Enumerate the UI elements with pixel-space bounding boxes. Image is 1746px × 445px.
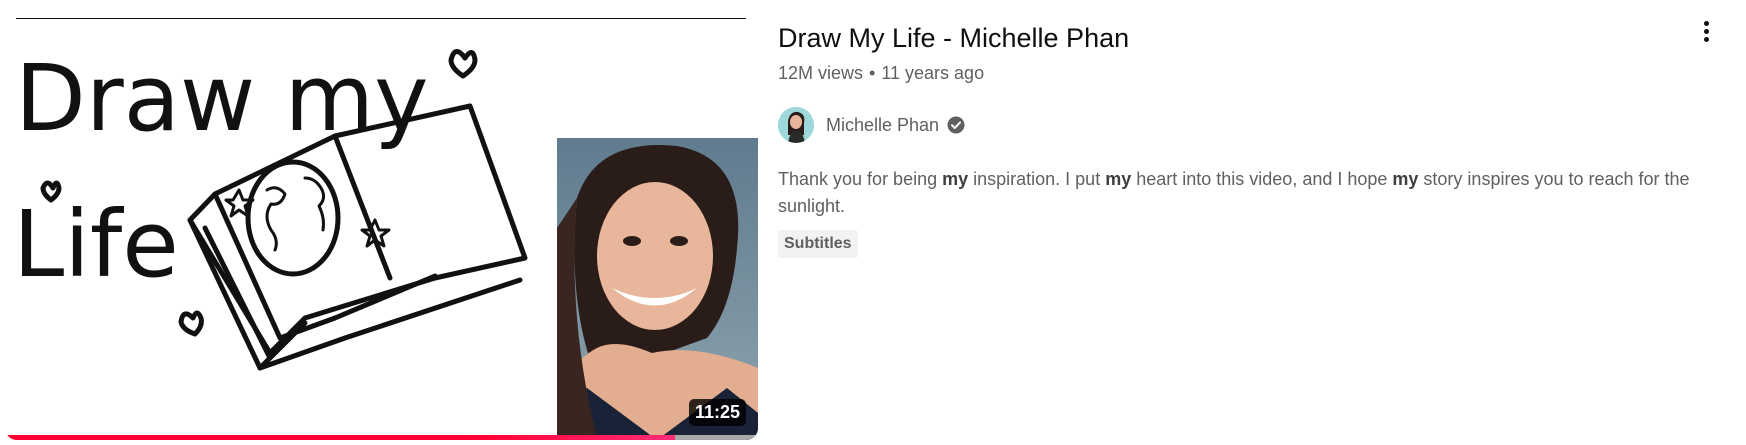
channel-avatar[interactable] — [778, 107, 814, 143]
video-description: Thank you for being my inspiration. I pu… — [778, 166, 1698, 220]
channel-info[interactable]: Michelle Phan — [778, 106, 1708, 144]
thumbnail-title-line2: Life — [13, 191, 179, 298]
description-keyword: my — [1105, 169, 1132, 189]
video-duration-badge: 11:25 — [688, 399, 746, 426]
video-details: Draw My Life - Michelle Phan 12M views • 1… — [778, 20, 1708, 258]
description-text: heart into this video, and I hope — [1131, 169, 1393, 189]
upload-age: 11 years ago — [881, 63, 985, 83]
video-metadata: 12M views • 11 years ago — [778, 60, 1708, 86]
verified-check-icon — [947, 116, 965, 134]
description-keyword: my — [942, 169, 969, 189]
more-actions-button[interactable] — [1694, 18, 1718, 48]
watch-progress-track — [5, 435, 758, 440]
meta-separator: • — [869, 63, 876, 83]
description-keyword: my — [1392, 169, 1419, 189]
video-result[interactable]: Draw my Life 11:25 Draw My Life - Michel… — [0, 0, 1746, 445]
description-text: Thank you for being — [778, 169, 943, 189]
channel-name[interactable]: Michelle Phan — [826, 115, 939, 136]
description-text: inspiration. I put — [968, 169, 1106, 189]
thumbnail-title-line1: Draw my — [15, 45, 429, 152]
more-vert-icon — [1703, 21, 1709, 26]
watch-progress-fill — [5, 435, 676, 440]
draw-my-life-drawing: Draw my Life — [13, 45, 528, 371]
video-title[interactable]: Draw My Life - Michelle Phan — [778, 20, 1708, 56]
subtitles-badge: Subtitles — [778, 230, 858, 258]
video-thumbnail[interactable]: Draw my Life 11:25 — [5, 18, 758, 440]
avatar-portrait-icon — [778, 107, 814, 143]
view-count: 12M views — [778, 63, 864, 83]
michelle-phan-photo — [557, 138, 758, 440]
